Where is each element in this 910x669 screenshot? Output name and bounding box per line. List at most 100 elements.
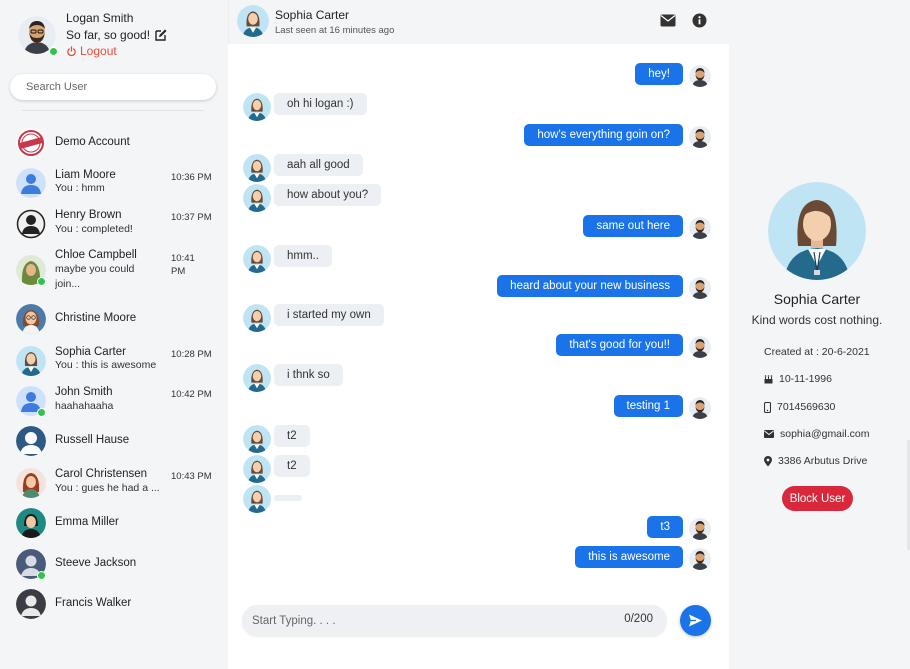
avatar — [16, 304, 46, 334]
send-button[interactable] — [680, 605, 711, 636]
composer: 0/200 — [242, 605, 667, 636]
contact-steeve-jackson[interactable]: Steeve Jackson — [16, 545, 220, 581]
sent-message-bubble[interactable]: heard about your new business — [497, 275, 683, 297]
email-icon — [764, 430, 774, 438]
details-address: 3386 Arbutus Drive — [764, 455, 867, 467]
sent-message-bubble[interactable]: this is awesome — [575, 546, 683, 568]
logout-label: Logout — [80, 44, 117, 58]
contact-liam-moore[interactable]: Liam Moore You : hmm 10:36 PM — [16, 164, 220, 200]
contact-john-smith[interactable]: John Smith haahahaaha 10:42 PM — [16, 382, 220, 418]
message-row-received: t2 — [228, 423, 729, 453]
contact-time: 10:42 PM — [171, 389, 212, 400]
contact-last-message: maybe you could join... — [55, 263, 135, 290]
recipient-avatar — [243, 184, 271, 212]
contact-time: 10:43 PM — [171, 471, 212, 482]
sender-avatar — [689, 217, 711, 239]
recipient-avatar — [243, 93, 271, 121]
received-message-bubble[interactable]: i thnk so — [274, 364, 343, 386]
contact-carol-christensen[interactable]: Carol Christensen You : gues he had a ..… — [16, 464, 220, 500]
mail-icon[interactable] — [660, 14, 676, 27]
sidebar-divider — [22, 110, 204, 111]
sidebar: Logan Smith So far, so good! Logout Demo… — [0, 0, 228, 669]
contact-time: 10:41 PM — [171, 253, 195, 277]
contact-name: Russell Hause — [55, 434, 130, 446]
received-message-bubble[interactable]: hmm.. — [274, 245, 332, 267]
my-name: Logan Smith — [66, 11, 134, 25]
my-profile: Logan Smith So far, so good! Logout — [18, 10, 218, 60]
contact-sophia-carter[interactable]: Sophia Carter You : this is awesome 10:2… — [16, 342, 220, 378]
recipient-avatar — [243, 304, 271, 332]
block-user-button[interactable]: Block User — [782, 486, 853, 511]
chat-partner-avatar[interactable] — [237, 5, 269, 37]
received-message-bubble[interactable] — [274, 495, 302, 501]
contact-christine-moore[interactable]: Christine Moore — [16, 300, 220, 336]
sender-avatar — [689, 65, 711, 87]
received-message-bubble[interactable]: oh hi logan :) — [274, 93, 367, 115]
avatar — [16, 426, 46, 456]
message-row-sent: testing 1 — [228, 393, 729, 419]
info-icon[interactable] — [692, 13, 707, 28]
received-message-bubble[interactable]: how about you? — [274, 184, 382, 206]
sent-message-bubble[interactable]: testing 1 — [613, 395, 683, 417]
contact-last-message: You : gues he had a ... — [55, 482, 160, 494]
received-message-bubble[interactable]: t2 — [274, 455, 310, 477]
details-phone: 7014569630 — [764, 401, 835, 413]
message-input[interactable] — [252, 605, 612, 636]
sender-avatar — [689, 277, 711, 299]
details-name: Sophia Carter — [773, 291, 861, 307]
contact-henry-brown[interactable]: Henry Brown You : completed! 10:37 PM — [16, 205, 220, 241]
contact-last-message: You : completed! — [55, 223, 133, 235]
online-indicator — [37, 571, 46, 580]
message-row-received: aah all good — [228, 152, 729, 182]
chat-header: Sophia Carter Last seen at 16 minutes ag… — [228, 0, 729, 44]
contact-time: 10:28 PM — [171, 349, 212, 360]
contact-name: Liam Moore — [55, 169, 116, 181]
recipient-avatar — [243, 154, 271, 182]
edit-status-icon[interactable] — [154, 28, 168, 42]
sender-avatar — [689, 126, 711, 148]
message-row-received: hmm.. — [228, 243, 729, 273]
sent-message-bubble[interactable]: t3 — [647, 516, 683, 538]
created-at-text: Created at : 20-6-2021 — [764, 346, 870, 358]
message-row-sent: this is awesome — [228, 544, 729, 570]
message-row-sent: t3 — [228, 514, 729, 540]
contact-francis-walker[interactable]: Francis Walker — [16, 585, 220, 621]
email-text: sophia@gmail.com — [780, 428, 870, 440]
char-counter: 0/200 — [624, 613, 653, 625]
received-message-bubble[interactable]: i started my own — [274, 304, 384, 326]
contact-chloe-campbell[interactable]: Chloe Campbell maybe you could join... 1… — [16, 248, 220, 292]
phone-icon — [764, 401, 771, 413]
recipient-avatar — [243, 485, 271, 513]
received-message-bubble[interactable]: aah all good — [274, 154, 363, 176]
avatar — [16, 468, 46, 498]
sent-message-bubble[interactable]: same out here — [583, 215, 683, 237]
message-row-sent: that's good for you!! — [228, 332, 729, 358]
contact-russell-hause[interactable]: Russell Hause — [16, 422, 220, 458]
location-pin-icon — [764, 455, 772, 466]
contact-name: Emma Miller — [55, 516, 119, 528]
sent-message-bubble[interactable]: that's good for you!! — [556, 334, 683, 356]
contact-name: Henry Brown — [55, 209, 122, 221]
received-message-bubble[interactable]: t2 — [274, 425, 310, 447]
details-bio: Kind words cost nothing. — [751, 313, 883, 327]
avatar — [16, 209, 46, 239]
search-user-input[interactable] — [10, 74, 216, 100]
message-row-received: i thnk so — [228, 362, 729, 392]
contact-name: Chloe Campbell — [55, 249, 137, 261]
sent-message-bubble[interactable]: hey! — [635, 63, 683, 85]
contact-demo-account[interactable]: Demo Account — [16, 124, 220, 160]
logout-button[interactable]: Logout — [66, 44, 117, 58]
address-text: 3386 Arbutus Drive — [778, 455, 868, 467]
contact-last-message: You : this is awesome — [55, 359, 157, 371]
contact-name: Christine Moore — [55, 312, 137, 324]
contact-emma-miller[interactable]: Emma Miller — [16, 504, 220, 540]
message-row-sent: hey! — [228, 61, 729, 87]
recipient-avatar — [243, 245, 271, 273]
message-row-sent: heard about your new business — [228, 273, 729, 299]
contact-details-panel: Sophia Carter Kind words cost nothing. C… — [729, 0, 910, 669]
phone-text: 7014569630 — [777, 401, 836, 413]
message-row-sent: how's everything goin on? — [228, 122, 729, 148]
sender-avatar — [689, 336, 711, 358]
recipient-avatar — [243, 425, 271, 453]
sent-message-bubble[interactable]: how's everything goin on? — [524, 124, 683, 146]
